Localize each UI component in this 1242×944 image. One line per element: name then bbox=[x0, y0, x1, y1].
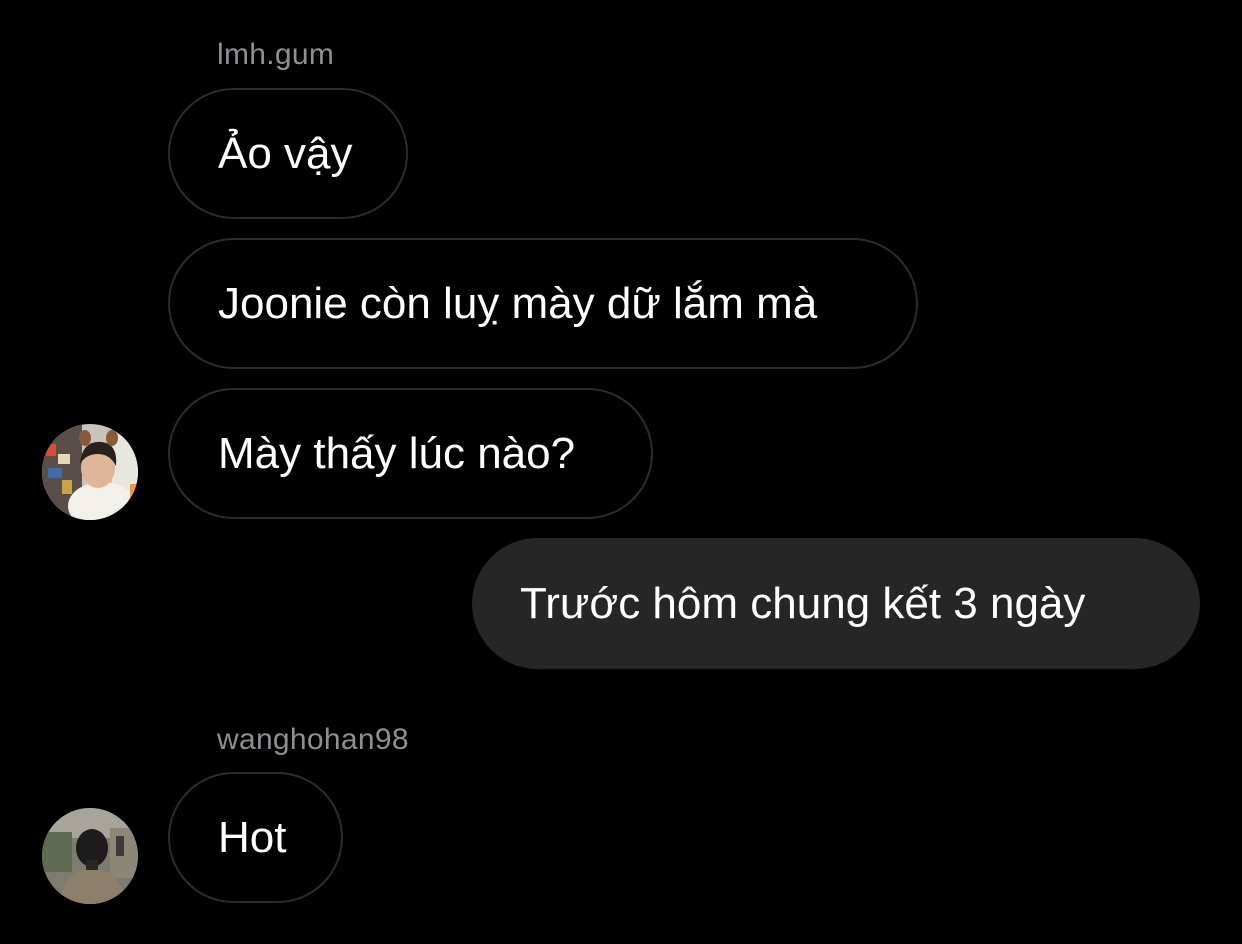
sender-name-wanghohan98: wanghohan98 bbox=[217, 723, 409, 756]
message-bubble-incoming[interactable]: Hot bbox=[168, 772, 343, 903]
avatar-lmh-gum[interactable] bbox=[42, 424, 138, 520]
avatar-photo-icon bbox=[42, 808, 138, 904]
message-bubble-incoming[interactable]: Ảo vậy bbox=[168, 88, 408, 219]
message-text: Joonie còn luỵ mày dữ lắm mà bbox=[218, 278, 818, 328]
message-text: Trước hôm chung kết 3 ngày bbox=[520, 578, 1086, 628]
message-bubble-incoming[interactable]: Joonie còn luỵ mày dữ lắm mà bbox=[168, 238, 918, 369]
message-text: Hot bbox=[218, 812, 287, 862]
avatar-photo-icon bbox=[42, 424, 138, 520]
sender-name-lmh-gum: lmh.gum bbox=[217, 38, 335, 71]
message-bubble-outgoing[interactable]: Trước hôm chung kết 3 ngày bbox=[472, 538, 1200, 669]
avatar-wanghohan98[interactable] bbox=[42, 808, 138, 904]
message-text: Mày thấy lúc nào? bbox=[218, 428, 576, 478]
message-text: Ảo vậy bbox=[218, 128, 353, 178]
message-bubble-incoming[interactable]: Mày thấy lúc nào? bbox=[168, 388, 653, 519]
